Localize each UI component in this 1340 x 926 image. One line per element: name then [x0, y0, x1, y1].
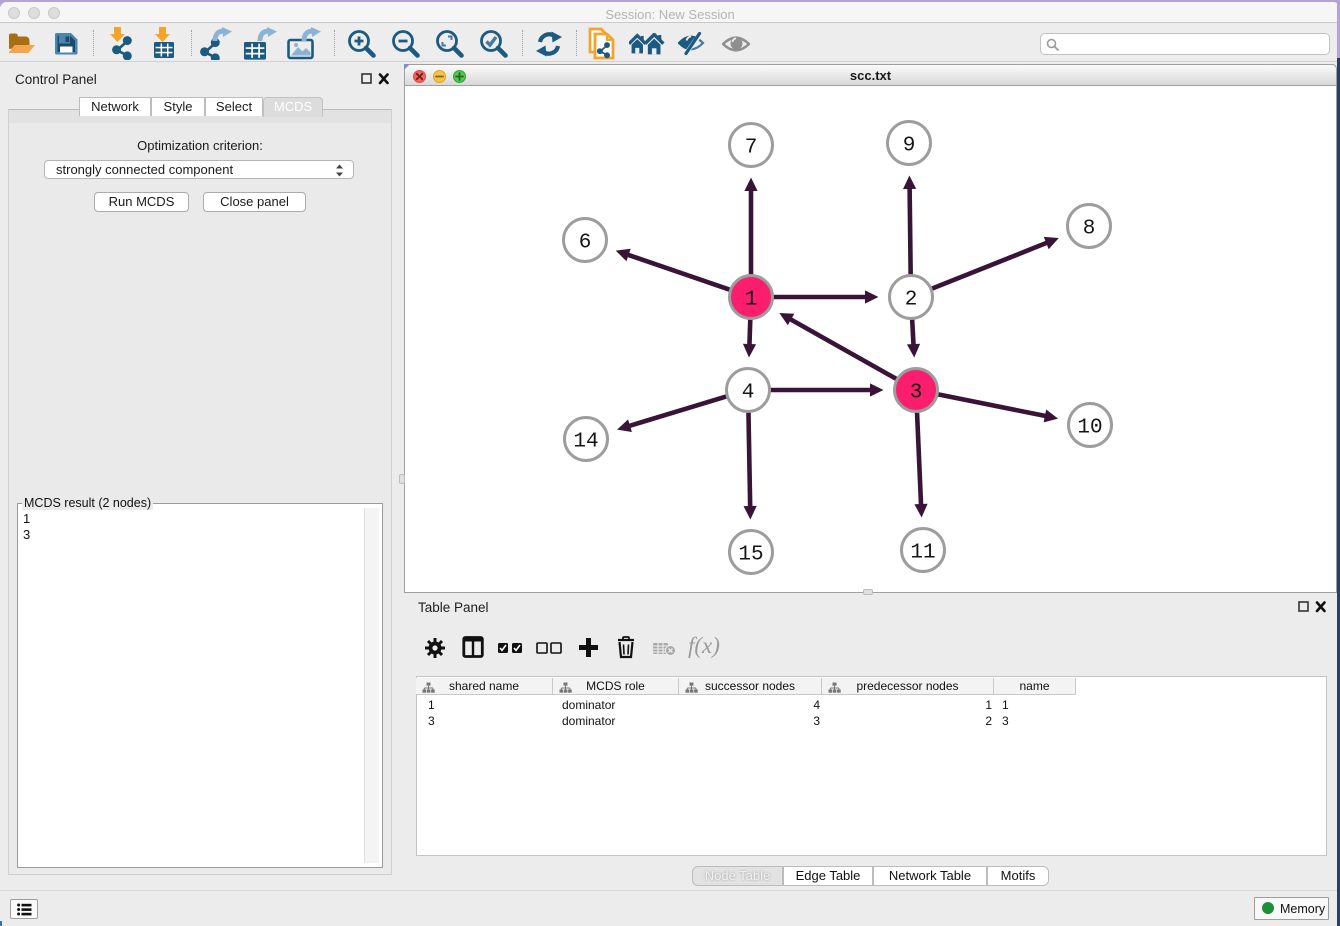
svg-text:8: 8: [1083, 218, 1096, 241]
svg-text:7: 7: [745, 137, 758, 160]
svg-text:11: 11: [910, 542, 935, 565]
svg-text:14: 14: [573, 431, 598, 454]
svg-text:10: 10: [1077, 417, 1102, 440]
svg-text:6: 6: [579, 232, 592, 255]
svg-text:15: 15: [738, 544, 763, 567]
svg-text:3: 3: [910, 382, 923, 405]
svg-text:4: 4: [742, 382, 755, 405]
svg-text:9: 9: [903, 135, 916, 158]
svg-text:2: 2: [905, 289, 918, 312]
svg-text:1: 1: [745, 289, 758, 312]
